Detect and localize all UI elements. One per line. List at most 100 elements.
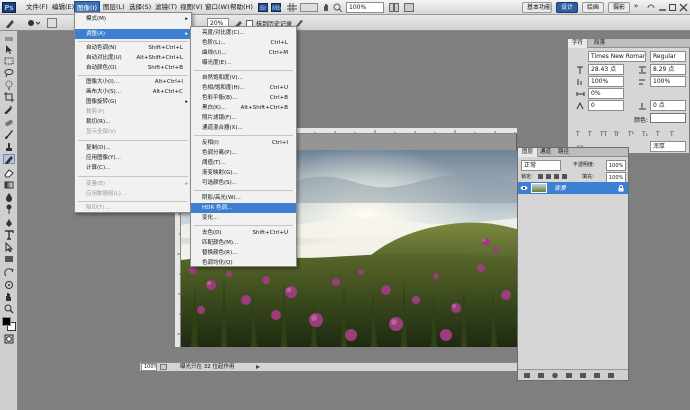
status-info-icon[interactable] [160, 364, 167, 370]
blend-mode-dropdown[interactable]: 正常 [521, 160, 561, 171]
3d-rotate-tool-icon[interactable] [3, 268, 15, 278]
adjust-replace-color[interactable]: 替换颜色(R)... [191, 248, 296, 258]
clone-stamp-tool-icon[interactable] [3, 142, 15, 152]
vertical-scale-field[interactable]: 100% [588, 76, 624, 87]
menu-item-trim[interactable]: 裁切(R)... [75, 117, 191, 127]
adjust-invert[interactable]: 反相(I) Ctrl+I [191, 138, 296, 148]
adjust-channel-mixer[interactable]: 通道混合器(X)... [191, 123, 296, 133]
text-color-swatch[interactable] [650, 113, 686, 123]
adjust-photo-filter[interactable]: 照片滤镜(F)... [191, 113, 296, 123]
brush-tool-icon[interactable] [3, 130, 15, 140]
brush-size-icon[interactable] [26, 18, 40, 28]
lasso-tool-icon[interactable] [3, 68, 15, 78]
menu-item-apply-image[interactable]: 应用图像(Y)... [75, 153, 191, 163]
font-style-dropdown[interactable]: Regular [650, 51, 686, 62]
gradient-tool-icon[interactable] [3, 180, 15, 190]
more-workspaces-button[interactable]: » [634, 2, 638, 10]
menu-item-reveal-all[interactable]: 显示全部(V) [75, 127, 191, 137]
layers-footer-icons[interactable] [524, 372, 624, 379]
minimize-icon[interactable] [658, 3, 667, 12]
font-size-field[interactable]: 28.43 点 [588, 64, 624, 75]
adjust-vibrance[interactable]: 自然饱和度(V)... [191, 73, 296, 83]
zoom-level-icon[interactable] [300, 3, 318, 12]
menu-help[interactable]: 帮助(H) [228, 1, 255, 14]
zoom-dropdown[interactable]: 100% [346, 2, 384, 13]
menu-item-auto-color[interactable]: 自动颜色(O) Shift+Ctrl+B [75, 63, 191, 73]
menu-item-trap[interactable]: 陷印(T)... [75, 203, 191, 213]
hand-tool-icon[interactable] [322, 3, 331, 12]
maximize-icon[interactable] [668, 3, 677, 12]
adjust-selective-color[interactable]: 可选颜色(S)... [191, 178, 296, 188]
adjust-posterize[interactable]: 色调分离(P)... [191, 148, 296, 158]
bridge-icon[interactable]: Br [258, 3, 268, 12]
tab-channels[interactable]: 通道 [536, 148, 555, 157]
menu-item-calculations[interactable]: 计算(C)... [75, 163, 191, 173]
menu-item-image-rotation[interactable]: 图像旋转(G) ▸ [75, 97, 191, 107]
zoom-tool-icon[interactable] [333, 3, 342, 12]
mini-bridge-icon[interactable]: Mb [271, 3, 281, 12]
text-style-buttons[interactable]: T T TT Tr T¹ T₁ T T [576, 129, 686, 138]
quick-select-tool-icon[interactable] [3, 80, 15, 90]
layer-row-background[interactable]: 背景 [518, 182, 628, 194]
antialias-dropdown[interactable]: 浑厚 [650, 141, 686, 152]
baseline-shift-field[interactable]: 0 点 [650, 100, 686, 111]
shape-tool-icon[interactable] [3, 254, 15, 264]
workspace-photography-button[interactable]: 摄影 [608, 2, 630, 13]
hand-tool-icon-toolbox[interactable] [3, 292, 15, 302]
tab-layers[interactable]: 图层 [518, 148, 539, 157]
adjust-levels[interactable]: 色阶(L)... Ctrl+L [191, 38, 296, 48]
blur-tool-icon[interactable] [3, 192, 15, 202]
adjust-match-color[interactable]: 匹配颜色(M)... [191, 238, 296, 248]
lock-icons[interactable] [538, 173, 572, 180]
menu-item-crop[interactable]: 裁剪(P) [75, 107, 191, 117]
tab-paragraph[interactable]: 段落 [590, 39, 609, 48]
menu-item-canvas-size[interactable]: 画布大小(S)... Alt+Ctrl+C [75, 87, 191, 97]
eraser-tool-icon[interactable] [3, 168, 15, 178]
menu-item-variables[interactable]: 变量(B) ▸ [75, 179, 191, 189]
adjust-color-balance[interactable]: 色彩平衡(B)... Ctrl+B [191, 93, 296, 103]
eyedropper-tool-icon[interactable] [3, 104, 15, 114]
adjust-variations[interactable]: 变化... [191, 213, 296, 223]
adjust-desaturate[interactable]: 去色(D) Shift+Ctrl+U [191, 228, 296, 238]
zoom-tool-icon-toolbox[interactable] [3, 304, 15, 314]
horizontal-scale-field[interactable]: 100% [650, 76, 686, 87]
menu-item-duplicate[interactable]: 复制(D)... [75, 143, 191, 153]
leading-field[interactable]: 8.29 点 [650, 64, 686, 75]
adjust-gradient-map[interactable]: 渐变映射(G)... [191, 168, 296, 178]
cs-live-icon[interactable] [647, 3, 657, 12]
adjust-threshold[interactable]: 阈值(T)... [191, 158, 296, 168]
close-icon[interactable] [679, 3, 688, 12]
toggle-brush-panel-icon[interactable] [47, 18, 57, 28]
history-brush-tool-icon[interactable] [3, 154, 15, 164]
status-menu-arrow-icon[interactable] [255, 364, 261, 370]
adjust-shadows-highlights[interactable]: 阴影/高光(W)... [191, 193, 296, 203]
pen-tool-icon[interactable] [3, 218, 15, 228]
adjust-exposure[interactable]: 曝光度(E)... [191, 58, 296, 68]
3d-camera-tool-icon[interactable] [3, 280, 15, 290]
adjust-equalize[interactable]: 色调均化(Q) [191, 258, 296, 268]
move-tool-icon[interactable] [3, 44, 15, 54]
quick-mask-icon[interactable] [3, 334, 15, 344]
menu-item-auto-contrast[interactable]: 自动对比度(U) Alt+Shift+Ctrl+L [75, 53, 191, 63]
workspace-painting-button[interactable]: 绘画 [582, 2, 604, 13]
kerning-field[interactable]: 0 [588, 100, 624, 111]
brush-preset-icon[interactable] [4, 18, 18, 28]
arrange-docs-icon[interactable] [389, 3, 399, 12]
screen-mode-icon[interactable] [404, 3, 414, 12]
menu-item-auto-tone[interactable]: 自动色调(N) Shift+Ctrl+L [75, 43, 191, 53]
crop-tool-icon[interactable] [3, 92, 15, 102]
adjust-black-white[interactable]: 黑白(K)... Alt+Shift+Ctrl+B [191, 103, 296, 113]
healing-brush-tool-icon[interactable] [3, 118, 15, 128]
workspace-essentials-button[interactable]: 基本功能 [522, 2, 552, 13]
grid-icon[interactable] [287, 3, 297, 12]
type-tool-icon[interactable] [3, 230, 15, 240]
path-selection-tool-icon[interactable] [3, 242, 15, 252]
menu-item-image-size[interactable]: 图像大小(I)... Alt+Ctrl+I [75, 77, 191, 87]
layer-opacity-field[interactable]: 100% [606, 160, 626, 171]
adjust-brightness-contrast[interactable]: 亮度/对比度(C)... [191, 28, 296, 38]
adjust-hdr-toning[interactable]: HDR 色调... [191, 203, 296, 213]
status-zoom-field[interactable]: 100% [141, 363, 157, 371]
font-family-dropdown[interactable]: Times New Roman [588, 51, 646, 62]
menu-edit[interactable]: 编辑(E) [50, 1, 76, 14]
color-swatches[interactable] [2, 317, 17, 331]
